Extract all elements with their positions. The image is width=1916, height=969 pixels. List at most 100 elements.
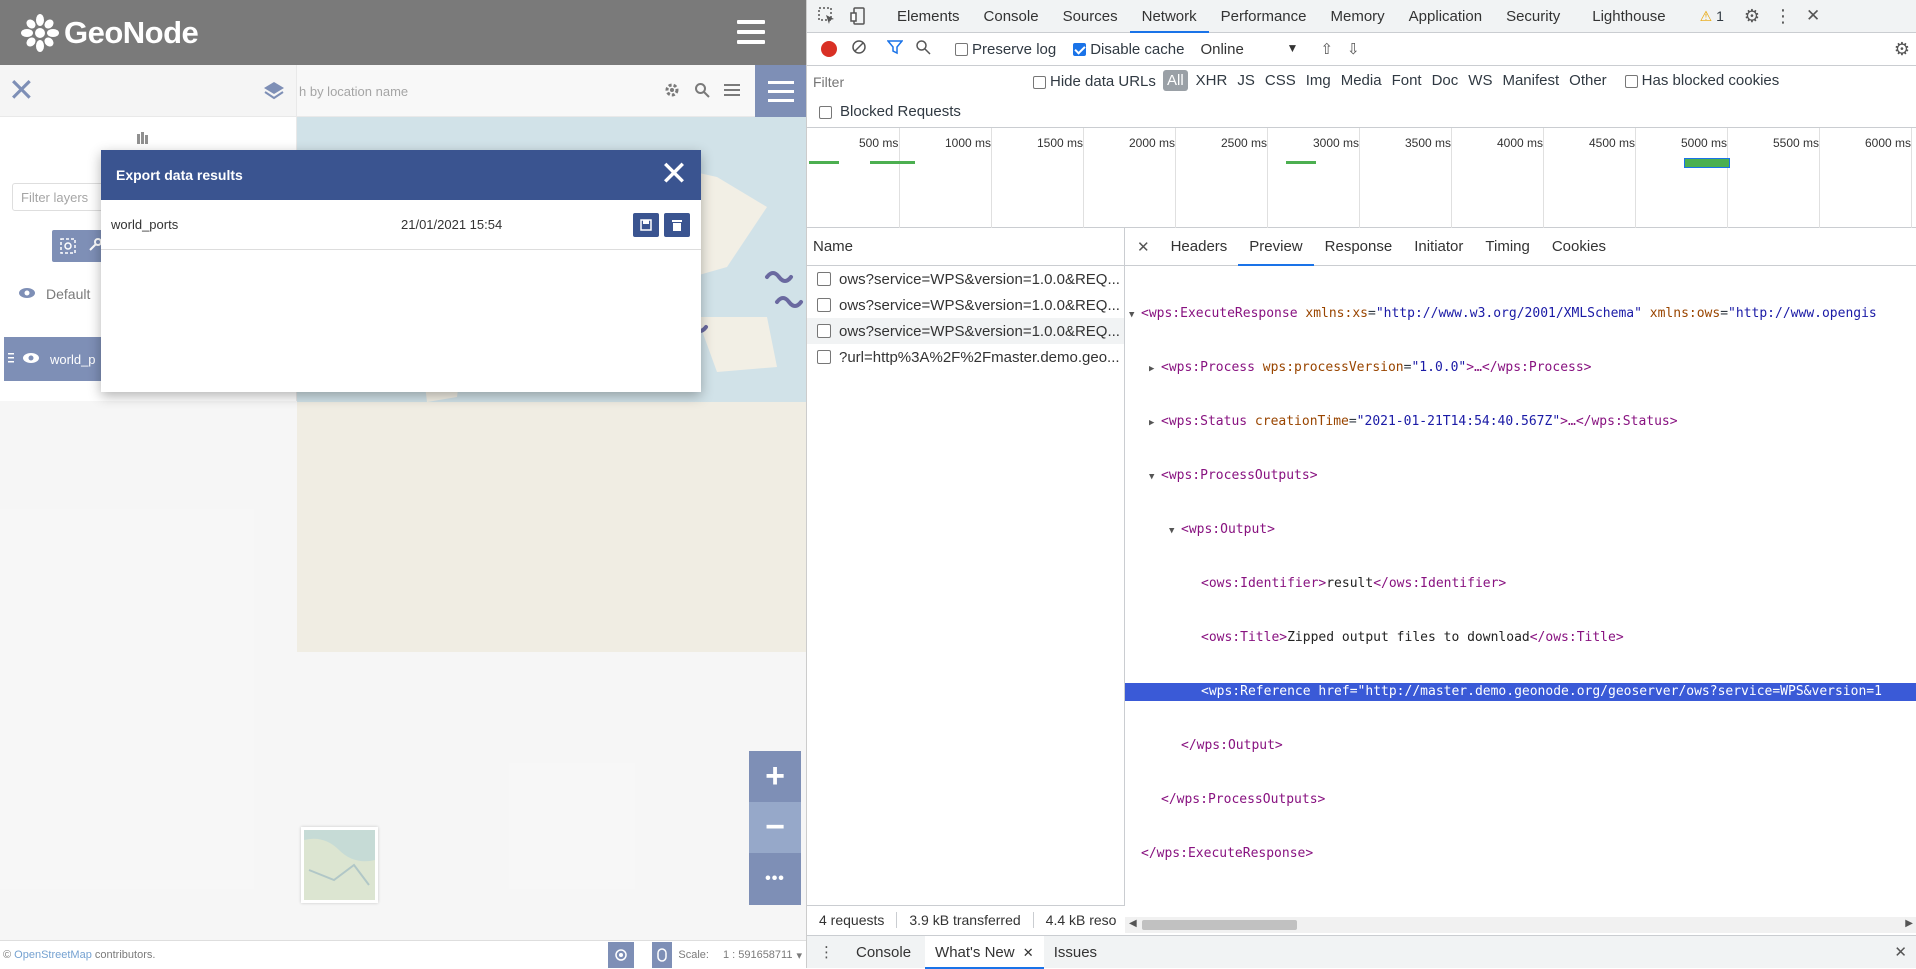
request-name: ows?service=WPS&version=1.0.0&REQ... <box>839 296 1120 314</box>
horizontal-scrollbar[interactable]: ◀ ▶ <box>1125 917 1916 933</box>
xml-line[interactable]: <ows:Title>Zipped output files to downlo… <box>1125 629 1916 647</box>
geonode-app: GeoNode h by location name ✕ Filter laye… <box>0 0 806 968</box>
type-filter-img[interactable]: Img <box>1306 72 1331 89</box>
xml-line[interactable]: </wps:Output> <box>1125 737 1916 755</box>
xml-line[interactable]: ▼ <wps:Output> <box>1125 521 1916 539</box>
type-filter-js[interactable]: JS <box>1237 72 1255 89</box>
type-filter-all[interactable]: All <box>1163 70 1188 91</box>
tab-network[interactable]: Network <box>1129 0 1209 33</box>
scroll-right-icon[interactable]: ▶ <box>1905 918 1913 929</box>
warning-count: 1 <box>1716 7 1724 24</box>
scroll-left-icon[interactable]: ◀ <box>1129 918 1137 929</box>
close-icon[interactable]: ✕ <box>1023 945 1034 960</box>
close-details-icon[interactable]: ✕ <box>1125 238 1160 256</box>
timeline-label: 4000 ms <box>1497 136 1544 150</box>
devtools-panel: Elements Console Sources Network Perform… <box>806 0 1916 969</box>
tab-initiator[interactable]: Initiator <box>1403 228 1474 266</box>
type-filter-font[interactable]: Font <box>1392 72 1422 89</box>
tab-memory[interactable]: Memory <box>1319 0 1397 33</box>
tab-response[interactable]: Response <box>1314 228 1404 266</box>
tab-lighthouse[interactable]: Lighthouse <box>1580 0 1677 33</box>
record-icon[interactable] <box>821 41 837 57</box>
xml-line[interactable]: ▶ <wps:Process wps:processVersion="1.0.0"… <box>1125 359 1916 377</box>
network-settings-icon[interactable]: ⚙ <box>1894 39 1910 60</box>
request-row[interactable]: ?url=http%3A%2F%2Fmaster.demo.geo... <box>807 344 1124 370</box>
type-filter-ws[interactable]: WS <box>1468 72 1492 89</box>
timeline-tick <box>1543 128 1544 228</box>
tab-timing[interactable]: Timing <box>1474 228 1540 266</box>
expand-triangle-icon[interactable]: ▼ <box>1169 522 1181 540</box>
blocked-requests-checkbox[interactable]: Blocked Requests <box>819 103 961 120</box>
inspect-element-icon[interactable] <box>811 7 843 25</box>
network-filter-input[interactable] <box>813 71 1023 93</box>
filter-funnel-icon[interactable] <box>886 39 904 59</box>
request-row[interactable]: ows?service=WPS&version=1.0.0&REQ... <box>807 318 1124 344</box>
modal-backdrop <box>0 0 806 968</box>
tab-preview[interactable]: Preview <box>1238 228 1314 266</box>
throttle-select[interactable]: Online ▼ <box>1200 41 1298 58</box>
disable-cache-checkbox[interactable]: Disable cache <box>1073 41 1184 58</box>
xml-line[interactable]: ▼ <wps:ExecuteResponse xmlns:xs="http://w… <box>1125 305 1916 323</box>
close-icon[interactable]: ✕ <box>659 157 689 191</box>
request-row[interactable]: ows?service=WPS&version=1.0.0&REQ... <box>807 266 1124 292</box>
type-filter-manifest[interactable]: Manifest <box>1502 72 1559 89</box>
hide-data-urls-checkbox[interactable]: Hide data URLs <box>1033 73 1156 90</box>
request-timing-bar <box>870 161 915 164</box>
timeline-label: 6000 ms <box>1865 136 1912 150</box>
tab-elements[interactable]: Elements <box>885 0 972 33</box>
drawer-tab-issues[interactable]: Issues <box>1044 936 1107 969</box>
xml-line-selected[interactable]: <wps:Reference href="http://master.demo.… <box>1125 683 1916 701</box>
warning-badge[interactable]: ⚠ 1 <box>1700 8 1724 25</box>
type-filter-xhr[interactable]: XHR <box>1196 72 1228 89</box>
tab-console[interactable]: Console <box>972 0 1051 33</box>
xml-line[interactable]: <ows:Identifier>result</ows:Identifier> <box>1125 575 1916 593</box>
type-filter-other[interactable]: Other <box>1569 72 1607 89</box>
devtools-drawer: ⋮ Console What's New ✕ Issues ✕ <box>807 935 1916 969</box>
expand-triangle-icon[interactable]: ▼ <box>1129 306 1141 324</box>
xml-line[interactable]: </wps:ProcessOutputs> <box>1125 791 1916 809</box>
drawer-menu-icon[interactable]: ⋮ <box>807 943 846 961</box>
network-overview-timeline[interactable]: 500 ms 1000 ms 1500 ms 2000 ms 2500 ms 3… <box>807 128 1916 228</box>
request-details-pane: ✕ Headers Preview Response Initiator Tim… <box>1125 228 1916 933</box>
timeline-label: 500 ms <box>859 136 899 150</box>
xml-line[interactable]: </wps:ExecuteResponse> <box>1125 845 1916 863</box>
tab-security[interactable]: Security <box>1494 0 1572 33</box>
drawer-tab-whats-new[interactable]: What's New ✕ <box>925 935 1044 969</box>
delete-button[interactable] <box>664 213 690 237</box>
download-button[interactable] <box>633 213 659 237</box>
xml-line[interactable]: ▶ <wps:Status creationTime="2021-01-21T14… <box>1125 413 1916 431</box>
request-row[interactable]: ows?service=WPS&version=1.0.0&REQ... <box>807 292 1124 318</box>
xml-line[interactable]: ▼ <wps:ProcessOutputs> <box>1125 467 1916 485</box>
more-options-icon[interactable]: ⋮ <box>1774 6 1792 27</box>
type-filter-css[interactable]: CSS <box>1265 72 1296 89</box>
network-filter-bar: Hide data URLs All XHR JS CSS Img Media … <box>807 66 1916 128</box>
request-count: 4 requests <box>807 911 898 928</box>
name-column-header[interactable]: Name <box>807 228 1124 266</box>
import-har-icon[interactable]: ⇧ <box>1320 40 1333 58</box>
type-filter-doc[interactable]: Doc <box>1432 72 1459 89</box>
search-icon[interactable] <box>915 39 931 59</box>
expand-triangle-icon[interactable]: ▼ <box>1149 468 1161 486</box>
collapsed-triangle-icon[interactable]: ▶ <box>1149 360 1161 378</box>
close-devtools-icon[interactable]: ✕ <box>1806 6 1820 26</box>
scrollbar-thumb[interactable] <box>1142 920 1297 930</box>
tab-application[interactable]: Application <box>1397 0 1494 33</box>
close-drawer-icon[interactable]: ✕ <box>1894 943 1907 961</box>
tab-sources[interactable]: Sources <box>1051 0 1130 33</box>
tab-cookies[interactable]: Cookies <box>1541 228 1617 266</box>
preserve-log-checkbox[interactable]: Preserve log <box>955 41 1056 58</box>
timeline-tick <box>991 128 992 228</box>
export-har-icon[interactable]: ⇩ <box>1347 40 1360 58</box>
tab-headers[interactable]: Headers <box>1160 228 1239 266</box>
has-blocked-cookies-label: Has blocked cookies <box>1641 72 1780 89</box>
tab-performance[interactable]: Performance <box>1209 0 1319 33</box>
drawer-tab-console[interactable]: Console <box>846 936 921 969</box>
export-results-dialog: Export data results ✕ world_ports 21/01/… <box>101 150 701 392</box>
type-filter-media[interactable]: Media <box>1341 72 1382 89</box>
clear-icon[interactable] <box>851 39 867 59</box>
settings-gear-icon[interactable]: ⚙ <box>1744 6 1760 27</box>
device-toolbar-icon[interactable] <box>843 7 875 25</box>
collapsed-triangle-icon[interactable]: ▶ <box>1149 414 1161 432</box>
request-timing-bar <box>1684 158 1730 168</box>
has-blocked-cookies-checkbox[interactable]: Has blocked cookies <box>1624 72 1780 89</box>
